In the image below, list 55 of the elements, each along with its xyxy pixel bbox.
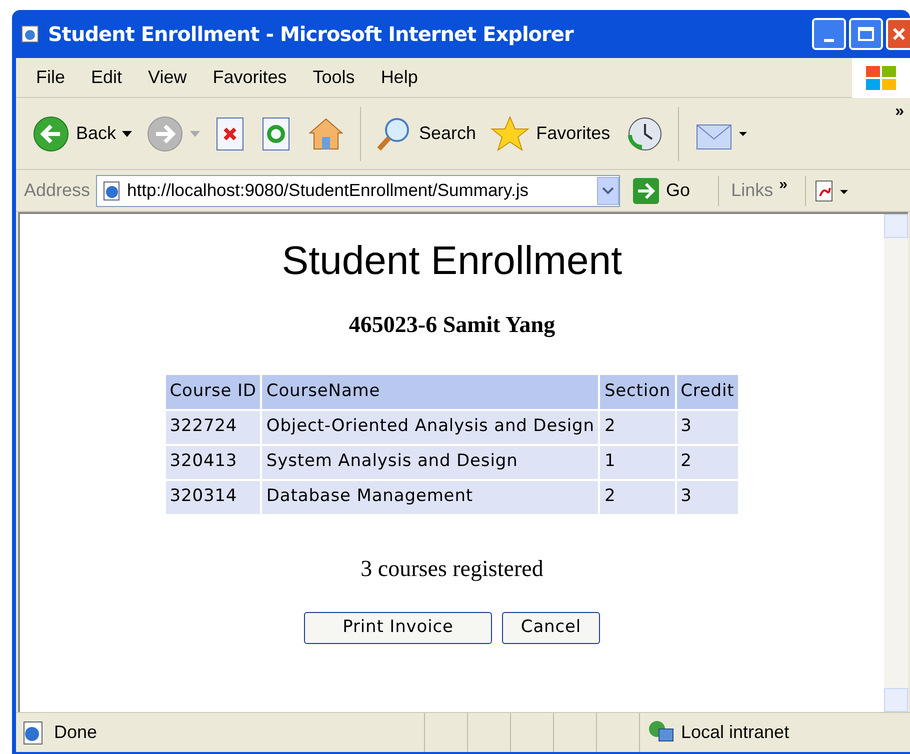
table-cell: 3 bbox=[676, 410, 738, 444]
registration-summary: 3 courses registered bbox=[360, 554, 544, 583]
go-button[interactable]: Go bbox=[626, 176, 696, 204]
refresh-button[interactable] bbox=[260, 114, 292, 152]
form-button[interactable]: Cancel bbox=[502, 612, 600, 644]
dropdown-icon[interactable] bbox=[597, 176, 620, 204]
window-title: Student Enrollment - Microsoft Internet Explorer bbox=[48, 21, 574, 48]
table-cell: 322724 bbox=[166, 410, 260, 444]
address-field[interactable]: http://localhost:9080/StudentEnrollment/Summary.js bbox=[96, 174, 620, 206]
scrollbar[interactable] bbox=[884, 214, 908, 712]
table-cell: Database Management bbox=[262, 480, 598, 514]
table-cell: 1 bbox=[600, 446, 675, 478]
stop-button[interactable] bbox=[214, 114, 246, 152]
menu-item[interactable]: Help bbox=[380, 64, 418, 91]
table-cell: 3 bbox=[676, 480, 738, 514]
security-zone-label: Local intranet bbox=[681, 721, 790, 744]
menu-item[interactable]: Favorites bbox=[212, 64, 287, 91]
refresh-icon bbox=[260, 114, 292, 152]
links-button[interactable]: Links bbox=[731, 177, 774, 204]
form-button[interactable]: Print Invoice bbox=[304, 612, 492, 644]
star-icon bbox=[490, 114, 530, 152]
browser-icon bbox=[20, 24, 40, 44]
maximize-button[interactable] bbox=[849, 18, 883, 50]
forward-button[interactable] bbox=[146, 114, 200, 152]
column-header: Section bbox=[600, 374, 675, 408]
caret-icon bbox=[122, 130, 132, 136]
table-cell: 320314 bbox=[166, 480, 260, 514]
page-heading: Student Enrollment bbox=[282, 238, 622, 285]
close-button[interactable] bbox=[886, 18, 910, 50]
search-button[interactable]: Search bbox=[375, 114, 476, 152]
links-overflow-button[interactable]: » bbox=[779, 174, 788, 197]
minimize-button[interactable] bbox=[812, 18, 846, 50]
caret-icon bbox=[190, 130, 200, 136]
status-text: Done bbox=[54, 721, 98, 744]
column-header: Credit bbox=[676, 374, 738, 408]
menu-item[interactable]: File bbox=[36, 64, 66, 91]
table-cell: 2 bbox=[600, 480, 675, 514]
table-cell: Object-Oriented Analysis and Design bbox=[262, 410, 598, 444]
table-cell: 2 bbox=[676, 446, 738, 478]
toolbar-overflow-button[interactable]: » bbox=[895, 100, 904, 124]
address-label: Address bbox=[24, 179, 90, 202]
student-name: 465023-6 Samit Yang bbox=[348, 311, 556, 340]
column-header: CourseName bbox=[262, 374, 598, 408]
menu-item[interactable]: Tools bbox=[312, 64, 355, 91]
favorites-button[interactable]: Favorites bbox=[490, 114, 610, 152]
close-icon bbox=[892, 27, 906, 41]
table-cell: 2 bbox=[600, 410, 675, 444]
stop-icon bbox=[214, 114, 246, 152]
table-cell: System Analysis and Design bbox=[262, 446, 598, 478]
column-header: Course ID bbox=[166, 374, 260, 408]
menu-item[interactable]: Edit bbox=[91, 64, 122, 91]
menu-item[interactable]: View bbox=[148, 64, 187, 91]
back-button[interactable]: Back bbox=[32, 114, 132, 152]
windows-logo-icon bbox=[852, 58, 910, 98]
table-cell: 320413 bbox=[166, 446, 260, 478]
